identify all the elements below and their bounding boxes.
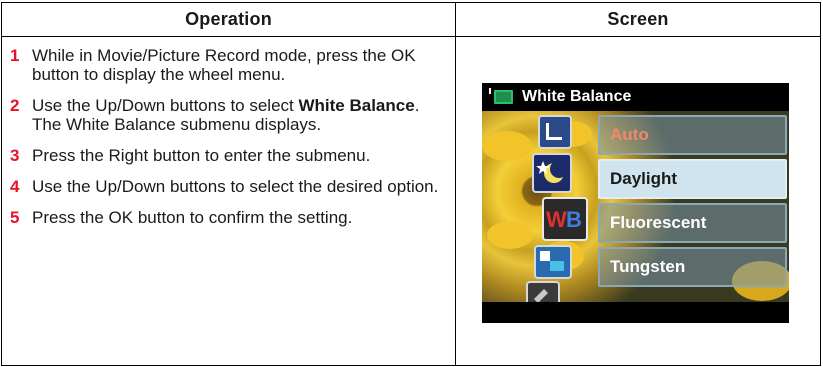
step-text-bold: White Balance [298,96,415,115]
step-2: 2 Use the Up/Down buttons to select Whit… [10,96,448,134]
step-number: 1 [10,46,20,65]
screen-title: White Balance [522,88,632,105]
header-operation: Operation [185,9,272,29]
wheel-menu: W B [482,111,597,302]
menu-item-auto[interactable]: Auto [598,115,787,155]
menu-item-daylight[interactable]: Daylight [598,159,787,199]
operation-steps: 1 While in Movie/Picture Record mode, pr… [10,46,448,239]
menu-item-fluorescent[interactable]: Fluorescent [598,203,787,243]
step-text: Use the Up/Down buttons to select the de… [32,177,439,196]
step-4: 4 Use the Up/Down buttons to select the … [10,177,448,196]
step-number: 5 [10,208,20,227]
screen-title-bar: White Balance [482,83,789,111]
step-text: Press the Right button to enter the subm… [32,146,371,165]
step-text: Use the Up/Down buttons to select White … [32,96,419,134]
table-header-row: Operation Screen [2,3,820,37]
step-text: While in Movie/Picture Record mode, pres… [32,46,416,84]
step-number: 2 [10,96,20,115]
svg-text:B: B [566,207,582,232]
step-5: 5 Press the OK button to confirm the set… [10,208,448,227]
sunflower-background: W B Auto Daylight Fluorescent Tungsten [482,111,789,302]
column-divider [455,3,456,365]
step-3: 3 Press the Right button to enter the su… [10,146,448,165]
wb-badge-icon: W B [546,207,582,232]
svg-text:W: W [546,207,567,232]
white-balance-icon: W B [542,197,588,241]
step-number: 3 [10,146,20,165]
resolution-icon [538,115,572,149]
step-text: Press the OK button to confirm the setti… [32,208,353,227]
camera-screen: White Balance W B Auto Daylight Fluoresc… [482,83,789,323]
step-number: 4 [10,177,20,196]
step-text-part: Use the Up/Down buttons to select [32,96,299,115]
settings-tool-icon [526,281,560,302]
step-1: 1 While in Movie/Picture Record mode, pr… [10,46,448,84]
header-screen: Screen [607,9,669,29]
scene-night-icon [532,153,572,193]
white-balance-submenu: Auto Daylight Fluorescent Tungsten [598,115,787,291]
movie-camera-icon [489,88,513,104]
exposure-icon [534,245,572,279]
menu-item-tungsten[interactable]: Tungsten [598,247,787,287]
